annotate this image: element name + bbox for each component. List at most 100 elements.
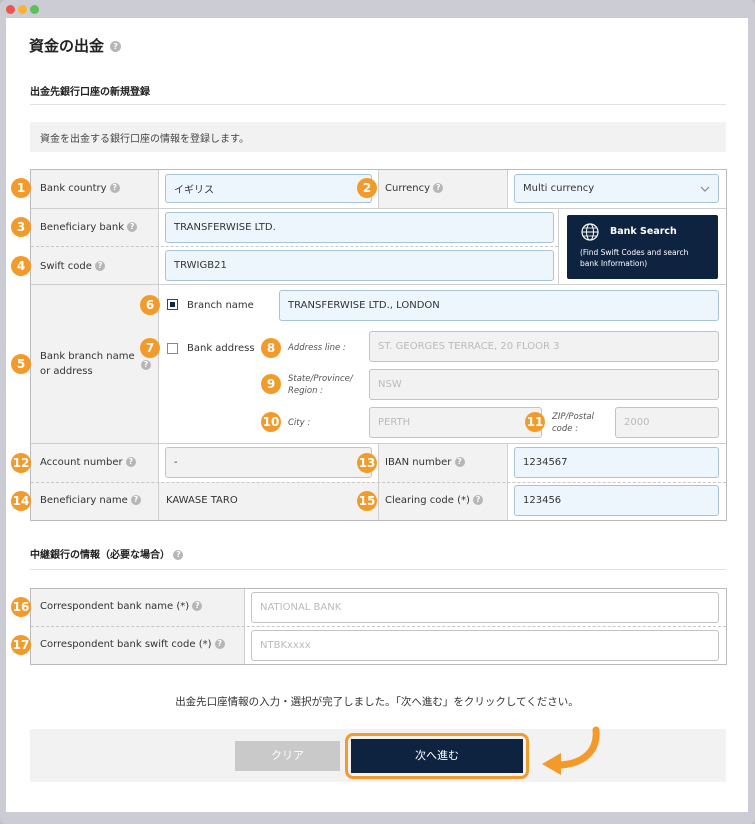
zip-input[interactable]: 2000 — [615, 407, 719, 438]
step-badge: 13 — [357, 453, 377, 473]
correspondent-swift-input[interactable]: NTBKxxxx — [251, 630, 719, 661]
iban-label: IBAN number ? — [385, 457, 465, 468]
step-badge: 9 — [261, 374, 281, 394]
currency-select-value: Multi currency — [523, 183, 595, 194]
grid-line — [378, 170, 379, 208]
step-badge: 3 — [11, 217, 31, 237]
completion-message: 出金先口座情報の入力・選択が完了しました。「次へ進む」をクリックしてください。 — [175, 696, 579, 708]
currency-label-text: Currency — [385, 183, 431, 194]
beneficiary-name-label: Beneficiary name ? — [40, 495, 141, 506]
account-number-label: Account number ? — [40, 457, 136, 468]
bank-search-desc-line2: bank Information) — [580, 259, 648, 268]
iban-label-text: IBAN number — [385, 457, 452, 468]
correspondent-swift-label: Correspondent bank swift code (*) ? — [40, 639, 225, 650]
beneficiary-name-value: KAWASE TARO — [166, 495, 238, 506]
help-icon[interactable]: ? — [173, 550, 184, 560]
beneficiary-bank-label: Beneficiary bank ? — [40, 222, 138, 233]
state-label-line2: Region : — [288, 386, 324, 396]
state-input[interactable]: NSW — [369, 369, 719, 400]
step-badge: 7 — [140, 338, 160, 358]
clear-button[interactable]: クリア — [235, 741, 340, 771]
account-number-label-text: Account number — [40, 457, 123, 468]
help-icon[interactable]: ? — [454, 457, 465, 467]
zip-label-line1: ZIP/Postal — [552, 412, 594, 422]
branch-or-address-label-line1: Bank branch name — [40, 351, 135, 362]
step-badge: 2 — [357, 178, 377, 198]
step-badge: 11 — [525, 412, 545, 432]
correspondent-bank-name-label: Correspondent bank name (*) ? — [40, 601, 203, 612]
help-icon[interactable]: ? — [110, 41, 122, 52]
bank-search-desc: (Find Swift Codes and search bank Inform… — [580, 247, 688, 269]
next-button[interactable]: 次へ進む — [351, 739, 523, 773]
help-icon[interactable]: ? — [141, 360, 151, 370]
section-title-new-account: 出金先銀行口座の新規登録 — [30, 87, 150, 98]
section-description: 資金を出金する銀行口座の情報を登録します。 — [30, 122, 726, 152]
help-icon[interactable]: ? — [192, 601, 203, 611]
page-title: 資金の出金? — [29, 35, 122, 56]
correspondent-swift-label-text: Correspondent bank swift code (*) — [40, 639, 212, 650]
address-line-input[interactable]: ST. GEORGES TERRACE, 20 FLOOR 3 — [369, 331, 719, 362]
swift-code-input[interactable]: TRWIGB21 — [165, 250, 554, 281]
branch-name-checkbox[interactable] — [167, 299, 178, 310]
city-input[interactable]: PERTH — [369, 407, 542, 438]
clearing-code-input[interactable]: 123456 — [514, 485, 719, 516]
help-icon[interactable]: ? — [433, 183, 444, 193]
state-label-line1: State/Province/ — [288, 374, 353, 384]
grid-line — [31, 284, 726, 285]
iban-input[interactable]: 1234567 — [514, 447, 719, 478]
correspondent-bank-name-input[interactable]: NATIONAL BANK — [251, 592, 719, 623]
state-label: State/Province/ Region : — [288, 373, 353, 397]
bank-search-button[interactable]: Bank Search (Find Swift Codes and search… — [567, 215, 718, 279]
swift-code-label: Swift code ? — [40, 261, 106, 272]
address-line-label: Address line : — [288, 343, 346, 353]
branch-name-input[interactable]: TRANSFERWISE LTD., LONDON — [279, 290, 719, 321]
minimize-window-icon[interactable] — [18, 5, 27, 14]
grid-line — [31, 208, 726, 209]
bank-search-title: Bank Search — [610, 226, 677, 237]
zip-label-line2: code : — [552, 424, 579, 434]
city-label: City : — [288, 418, 311, 428]
help-icon[interactable]: ? — [125, 457, 136, 467]
divider — [30, 569, 726, 570]
step-badge: 12 — [11, 453, 31, 473]
title-bar — [0, 0, 755, 18]
zip-label: ZIP/Postal code : — [552, 411, 594, 435]
help-icon[interactable]: ? — [127, 222, 138, 232]
step-badge: 4 — [11, 256, 31, 276]
bank-country-select[interactable]: イギリス — [165, 174, 372, 203]
bank-address-label: Bank address — [187, 343, 255, 354]
clearing-code-label: Clearing code (*) ? — [385, 495, 484, 506]
clearing-code-label-text: Clearing code (*) — [385, 495, 470, 506]
bank-search-desc-line1: (Find Swift Codes and search — [580, 248, 689, 257]
branch-name-label: Branch name — [187, 300, 254, 311]
help-icon[interactable]: ? — [473, 495, 484, 505]
help-icon[interactable]: ? — [109, 183, 120, 193]
account-number-input[interactable]: - — [165, 447, 372, 478]
beneficiary-bank-input[interactable]: TRANSFERWISE LTD. — [165, 212, 554, 243]
close-window-icon[interactable] — [6, 5, 15, 14]
grid-line — [31, 482, 726, 483]
chevron-down-icon — [700, 186, 710, 192]
page-content: 資金の出金? 出金先銀行口座の新規登録 資金を出金する銀行口座の情報を登録します… — [6, 18, 748, 812]
section-title-correspondent-text: 中継銀行の情報（必要な場合） — [30, 550, 170, 561]
currency-select[interactable]: Multi currency — [514, 174, 719, 203]
grid-line — [31, 443, 726, 444]
globe-icon — [581, 223, 599, 241]
maximize-window-icon[interactable] — [30, 5, 39, 14]
bank-address-checkbox[interactable] — [167, 343, 178, 354]
grid-line — [558, 208, 559, 284]
swift-code-label-text: Swift code — [40, 261, 92, 272]
step-badge: 16 — [11, 597, 31, 617]
bank-country-label-text: Bank country — [40, 183, 107, 194]
help-icon[interactable]: ? — [95, 261, 106, 271]
section-title-correspondent: 中継銀行の情報（必要な場合） ? — [30, 546, 184, 561]
step-badge: 5 — [11, 354, 31, 374]
help-icon[interactable]: ? — [214, 639, 225, 649]
branch-or-address-label: Bank branch name or address — [40, 349, 135, 379]
grid-line — [507, 170, 508, 208]
help-icon[interactable]: ? — [130, 495, 141, 505]
step-badge: 10 — [261, 412, 281, 432]
browser-window: 資金の出金? 出金先銀行口座の新規登録 資金を出金する銀行口座の情報を登録します… — [0, 0, 755, 824]
step-badge: 8 — [261, 338, 281, 358]
curved-arrow-icon — [542, 726, 600, 775]
